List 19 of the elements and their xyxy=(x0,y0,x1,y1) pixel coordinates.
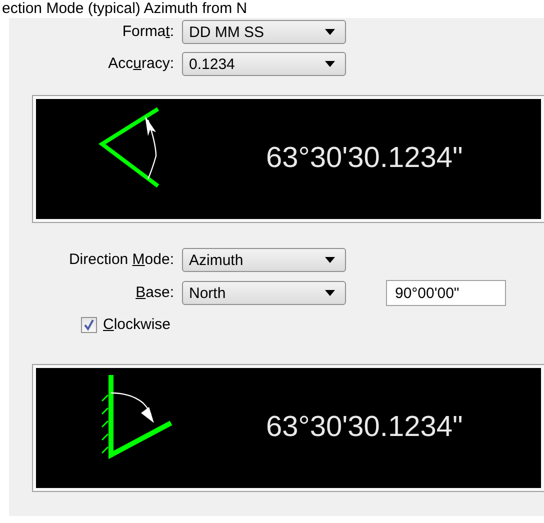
dropdown[interactable]: Azimuth xyxy=(182,248,346,272)
angle-readout: 63°30'30.1234" xyxy=(266,141,463,176)
field-label: Direction Mode: xyxy=(68,250,174,270)
field-label: Base: xyxy=(136,282,174,303)
checkmark-icon xyxy=(83,319,95,332)
angle-readout: 63°30'30.1234" xyxy=(266,410,463,445)
section-heading: ection Mode (typical) Azimuth from N xyxy=(1,0,248,18)
caret-icon xyxy=(325,61,335,67)
caret-icon xyxy=(325,257,335,263)
caret-icon xyxy=(325,290,335,296)
dropdown[interactable]: North xyxy=(182,281,346,305)
checkbox-label: Clockwise xyxy=(103,315,171,335)
dropdown[interactable]: DD MM SS xyxy=(182,20,346,44)
angle-input[interactable]: 90°00'00" xyxy=(386,280,506,306)
dropdown[interactable]: 0.1234 xyxy=(182,52,346,76)
field-label: Accuracy: xyxy=(108,54,174,74)
checkbox[interactable] xyxy=(81,317,97,334)
field-label: Format: xyxy=(122,22,174,42)
caret-icon xyxy=(325,29,335,35)
